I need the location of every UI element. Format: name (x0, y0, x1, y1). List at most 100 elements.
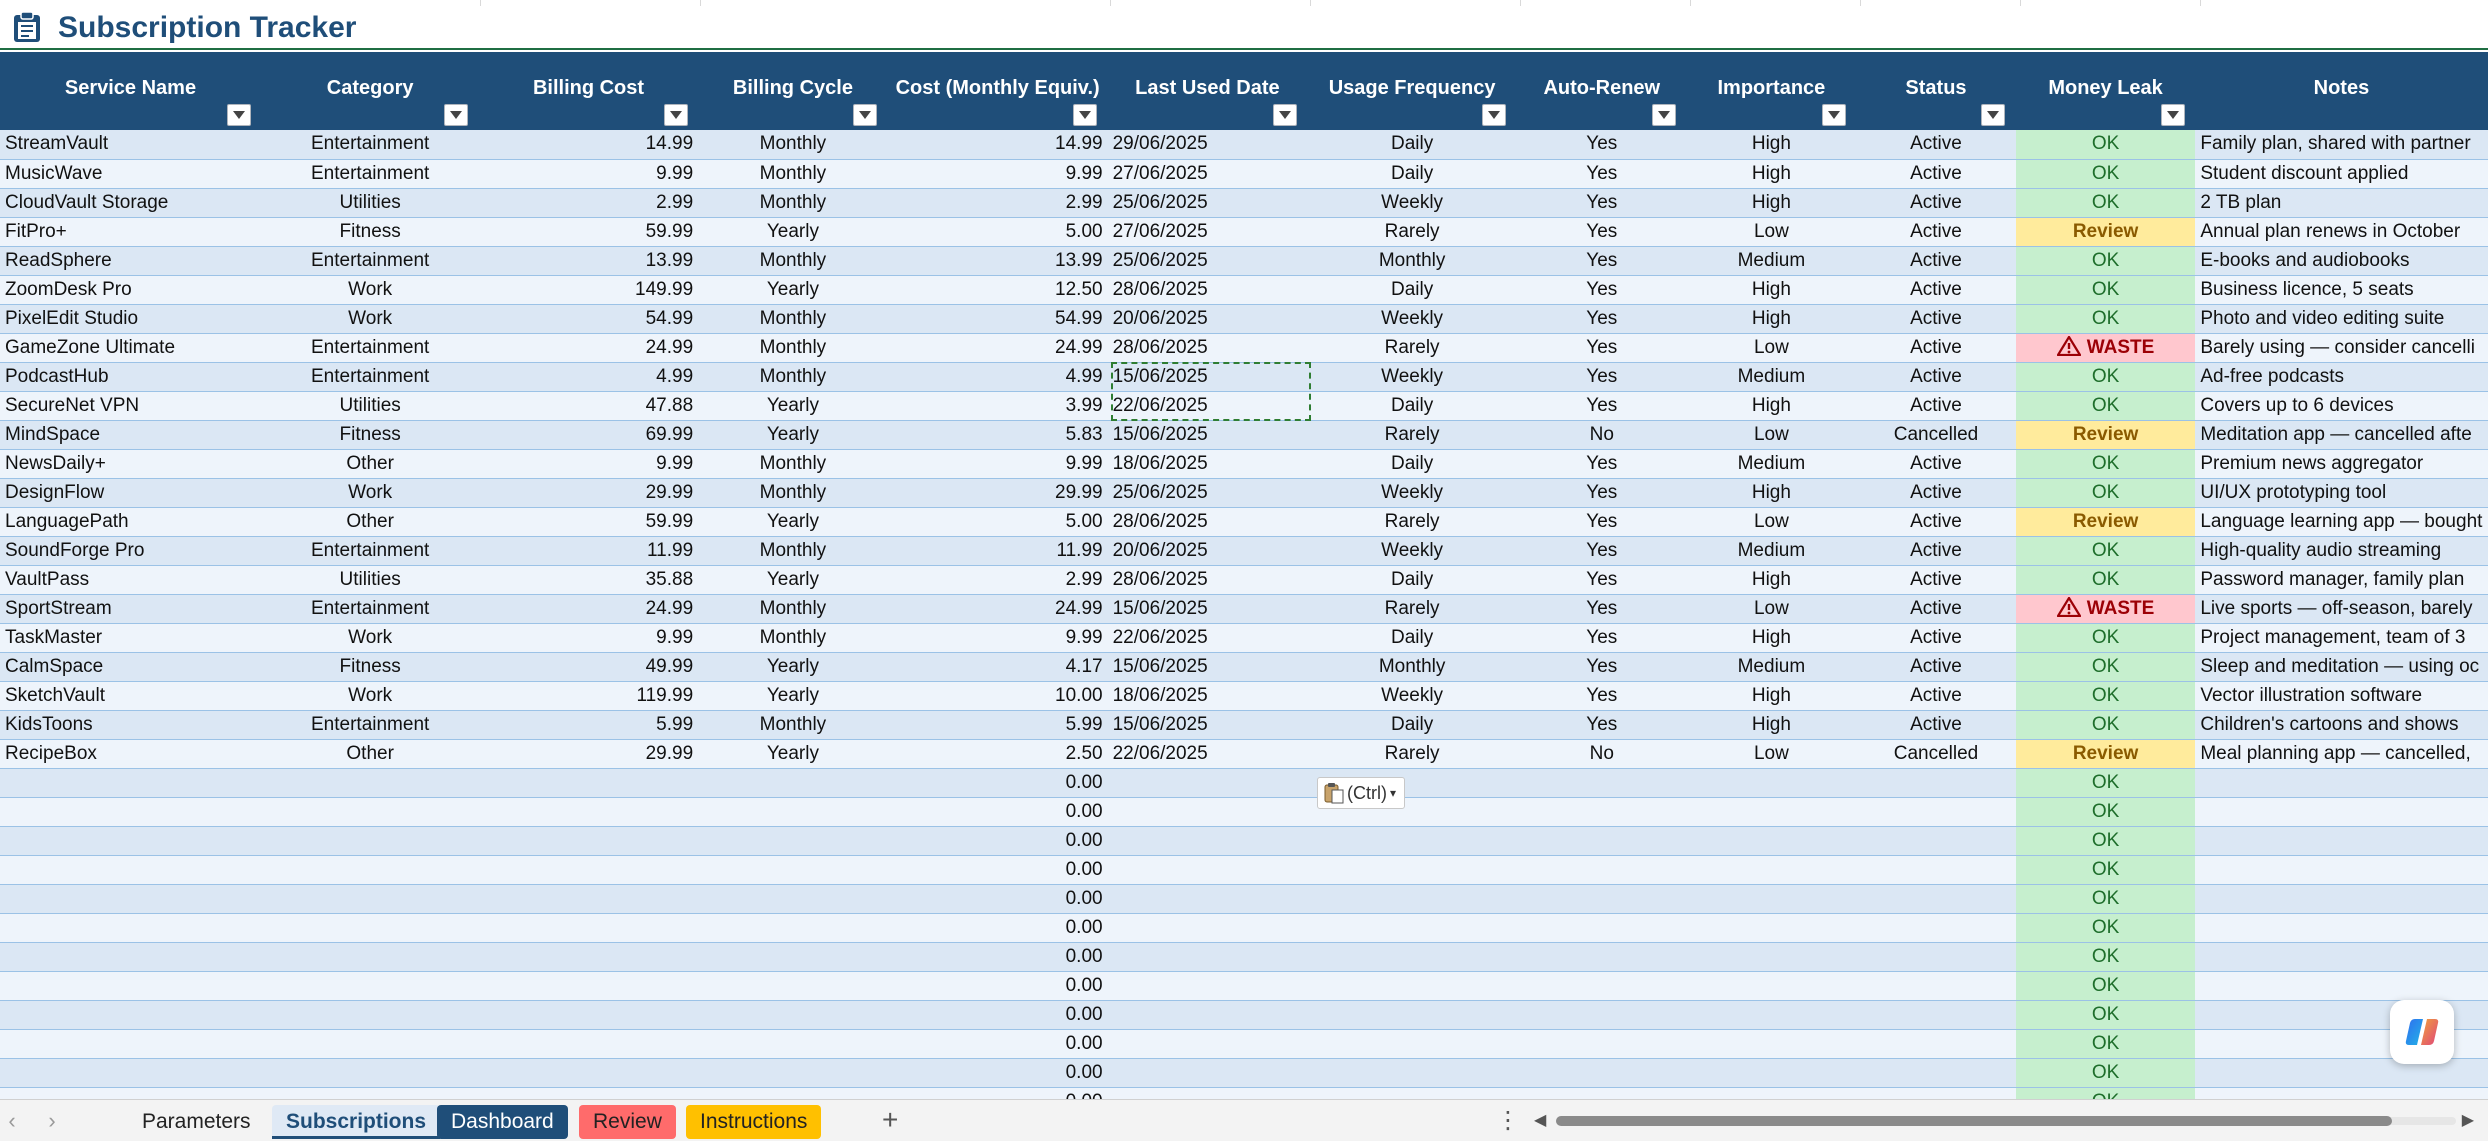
cell-billing-cycle[interactable] (698, 913, 888, 943)
cell-money-leak[interactable]: OK (2015, 159, 2196, 189)
cell-notes[interactable]: Meditation app — cancelled afte (2195, 420, 2488, 450)
cell-billing-cost[interactable]: 49.99 (478, 652, 699, 682)
cell-auto-renew[interactable]: Yes (1516, 333, 1687, 363)
copilot-button[interactable] (2390, 1000, 2454, 1064)
cell-notes[interactable] (2195, 826, 2488, 856)
cell-usage-frequency[interactable] (1307, 913, 1517, 943)
column-header-notes[interactable]: Notes (2195, 52, 2488, 130)
cell-cost-monthly[interactable]: 0.00 (887, 942, 1108, 972)
cell-category[interactable]: Fitness (261, 420, 479, 450)
cell-money-leak[interactable]: OK (2015, 536, 2196, 566)
cell-billing-cycle[interactable]: Monthly (698, 130, 888, 160)
column-header-importance[interactable]: Importance (1686, 52, 1857, 130)
cell-status[interactable]: Active (1856, 188, 2016, 218)
cell-usage-frequency[interactable]: Daily (1307, 275, 1517, 305)
cell-category[interactable] (261, 1058, 479, 1088)
cell-billing-cost[interactable] (478, 971, 699, 1001)
cell-service-name[interactable]: PixelEdit Studio (0, 304, 262, 334)
cell-status[interactable]: Active (1856, 449, 2016, 479)
filter-dropdown-icon[interactable] (663, 104, 688, 126)
cell-money-leak[interactable]: OK (2015, 681, 2196, 711)
filter-dropdown-icon[interactable] (1821, 104, 1846, 126)
cell-notes[interactable]: Password manager, family plan (2195, 565, 2488, 595)
cell-service-name[interactable]: MusicWave (0, 159, 262, 189)
cell-service-name[interactable] (0, 884, 262, 914)
cell-status[interactable]: Active (1856, 681, 2016, 711)
cell-status[interactable]: Active (1856, 507, 2016, 537)
cell-cost-monthly[interactable]: 5.00 (887, 217, 1108, 247)
cell-billing-cycle[interactable] (698, 884, 888, 914)
cell-auto-renew[interactable]: Yes (1516, 275, 1687, 305)
cell-last-used-date[interactable]: 27/06/2025 (1107, 159, 1308, 189)
cell-billing-cycle[interactable]: Yearly (698, 420, 888, 450)
cell-category[interactable]: Entertainment (261, 362, 479, 392)
cell-usage-frequency[interactable]: Rarely (1307, 507, 1517, 537)
cell-billing-cost[interactable] (478, 855, 699, 885)
cell-last-used-date[interactable]: 20/06/2025 (1107, 536, 1308, 566)
cell-service-name[interactable] (0, 942, 262, 972)
cell-billing-cost[interactable] (478, 884, 699, 914)
cell-billing-cost[interactable] (478, 826, 699, 856)
cell-service-name[interactable]: StreamVault (0, 130, 262, 160)
cell-billing-cost[interactable]: 9.99 (478, 159, 699, 189)
cell-auto-renew[interactable] (1516, 1058, 1687, 1088)
cell-notes[interactable]: Barely using — consider cancelli (2195, 333, 2488, 363)
cell-cost-monthly[interactable]: 0.00 (887, 884, 1108, 914)
cell-service-name[interactable]: SketchVault (0, 681, 262, 711)
cell-cost-monthly[interactable]: 0.00 (887, 913, 1108, 943)
cell-money-leak[interactable]: OK (2015, 710, 2196, 740)
cell-service-name[interactable] (0, 797, 262, 827)
cell-service-name[interactable]: TaskMaster (0, 623, 262, 653)
cell-service-name[interactable]: ZoomDesk Pro (0, 275, 262, 305)
cell-billing-cost[interactable]: 9.99 (478, 449, 699, 479)
cell-auto-renew[interactable] (1516, 826, 1687, 856)
cell-usage-frequency[interactable] (1307, 826, 1517, 856)
cell-notes[interactable]: Premium news aggregator (2195, 449, 2488, 479)
cell-money-leak[interactable]: OK (2015, 768, 2196, 798)
cell-service-name[interactable] (0, 971, 262, 1001)
cell-billing-cycle[interactable]: Yearly (698, 565, 888, 595)
cell-importance[interactable]: High (1686, 188, 1857, 218)
scroll-tabs-left-icon[interactable]: ‹ (2, 1108, 22, 1134)
cell-last-used-date[interactable] (1107, 855, 1308, 885)
cell-billing-cost[interactable] (478, 913, 699, 943)
cell-category[interactable] (261, 1029, 479, 1059)
cell-notes[interactable] (2195, 913, 2488, 943)
cell-money-leak[interactable]: OK (2015, 855, 2196, 885)
cell-money-leak[interactable]: Review (2015, 739, 2196, 769)
cell-usage-frequency[interactable]: Monthly (1307, 652, 1517, 682)
cell-cost-monthly[interactable]: 4.17 (887, 652, 1108, 682)
cell-auto-renew[interactable]: Yes (1516, 507, 1687, 537)
cell-billing-cycle[interactable]: Monthly (698, 159, 888, 189)
cell-money-leak[interactable]: OK (2015, 1058, 2196, 1088)
cell-notes[interactable]: Meal planning app — cancelled, (2195, 739, 2488, 769)
tab-dashboard[interactable]: Dashboard (437, 1105, 568, 1139)
cell-importance[interactable]: Low (1686, 420, 1857, 450)
cell-billing-cost[interactable]: 29.99 (478, 478, 699, 508)
cell-billing-cost[interactable] (478, 768, 699, 798)
cell-billing-cycle[interactable]: Yearly (698, 217, 888, 247)
cell-importance[interactable]: High (1686, 565, 1857, 595)
cell-cost-monthly[interactable]: 9.99 (887, 159, 1108, 189)
cell-importance[interactable]: Low (1686, 594, 1857, 624)
cell-last-used-date[interactable] (1107, 1058, 1308, 1088)
cell-money-leak[interactable]: Review (2015, 217, 2196, 247)
cell-importance[interactable]: High (1686, 130, 1857, 160)
cell-last-used-date[interactable]: 18/06/2025 (1107, 449, 1308, 479)
cell-notes[interactable]: Annual plan renews in October (2195, 217, 2488, 247)
cell-last-used-date[interactable]: 25/06/2025 (1107, 188, 1308, 218)
column-header-service-name[interactable]: Service Name (0, 52, 262, 130)
cell-usage-frequency[interactable]: Daily (1307, 391, 1517, 421)
cell-last-used-date[interactable] (1107, 884, 1308, 914)
cell-auto-renew[interactable] (1516, 913, 1687, 943)
cell-category[interactable]: Fitness (261, 652, 479, 682)
cell-status[interactable]: Active (1856, 304, 2016, 334)
column-header-status[interactable]: Status (1856, 52, 2017, 130)
cell-billing-cycle[interactable]: Monthly (698, 333, 888, 363)
cell-last-used-date[interactable]: 15/06/2025 (1107, 362, 1308, 392)
cell-auto-renew[interactable]: Yes (1516, 652, 1687, 682)
cell-billing-cycle[interactable] (698, 942, 888, 972)
cell-auto-renew[interactable] (1516, 768, 1687, 798)
cell-billing-cycle[interactable] (698, 826, 888, 856)
cell-status[interactable]: Cancelled (1856, 420, 2016, 450)
